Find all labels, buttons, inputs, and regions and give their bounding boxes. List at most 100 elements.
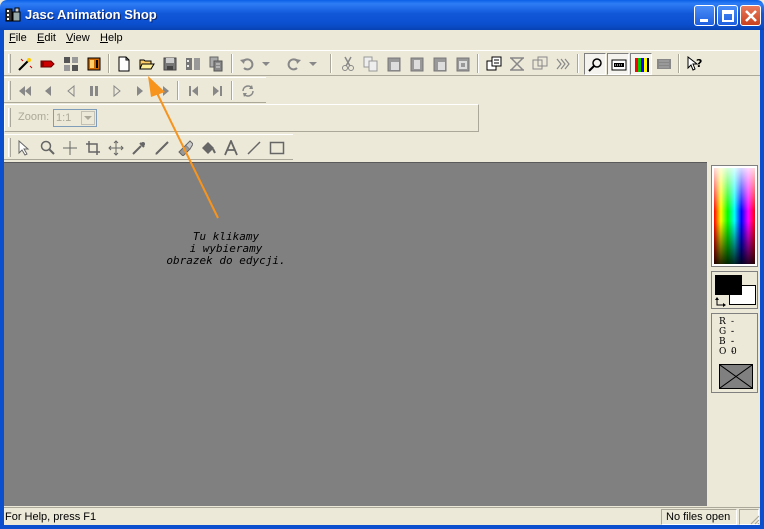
banner-wizard-button[interactable] — [37, 53, 59, 75]
close-icon — [745, 10, 757, 22]
minimize-button[interactable] — [694, 5, 715, 26]
app-icon[interactable] — [5, 7, 21, 23]
readout-b: B -- — [719, 337, 734, 357]
copy-button[interactable] — [360, 53, 382, 75]
image-effects-button[interactable] — [60, 53, 82, 75]
loop-button[interactable] — [237, 80, 259, 102]
toolbar-separator — [231, 54, 233, 73]
next-keyframe-button[interactable] — [206, 80, 228, 102]
view-frames-button[interactable] — [607, 53, 629, 75]
first-frame-icon — [19, 86, 31, 96]
zoom-view-icon — [588, 58, 602, 72]
paste-before-icon — [410, 57, 424, 72]
zoom-select[interactable]: 1:1 — [53, 109, 97, 127]
zoom-value: 1:1 — [56, 112, 72, 124]
color-readout: R -- G -- B -- O0 — [711, 313, 758, 393]
menu-edit[interactable]: Edit — [37, 32, 56, 44]
transitions-button[interactable] — [506, 53, 528, 75]
brush-tool-button[interactable] — [151, 137, 173, 159]
open-button[interactable] — [136, 53, 158, 75]
fill-tool-button[interactable] — [197, 137, 219, 159]
toolbar-grip[interactable] — [8, 81, 11, 100]
view-onion-icon — [657, 59, 671, 69]
view-animation-button[interactable] — [630, 53, 652, 75]
step-back-icon — [67, 84, 75, 98]
arrow-tool-button[interactable] — [13, 137, 35, 159]
menu-edit-label: dit — [44, 32, 56, 44]
paste-after-button[interactable] — [429, 53, 451, 75]
step-forward-button[interactable] — [106, 80, 128, 102]
move-tool-icon — [108, 140, 124, 156]
paste-before-button[interactable] — [406, 53, 428, 75]
toolbar-grip[interactable] — [8, 54, 11, 73]
line-tool-button[interactable] — [243, 137, 265, 159]
paste-into-button[interactable] — [452, 53, 474, 75]
menu-view[interactable]: View — [66, 32, 90, 44]
brush-tool-icon — [155, 141, 169, 155]
color-spectrum[interactable] — [714, 168, 755, 264]
toolbar-grip[interactable] — [8, 108, 11, 127]
title-bar[interactable]: Jasc Animation Shop — [0, 0, 764, 30]
undo-button[interactable] — [236, 53, 258, 75]
resize-grip-icon[interactable] — [748, 513, 760, 525]
toolbar-separator — [177, 81, 179, 100]
annotation-line: obrazek do edycji. — [166, 254, 286, 267]
crosshair-tool-icon — [63, 141, 77, 155]
swap-colors-icon[interactable] — [715, 297, 727, 307]
video-button[interactable] — [83, 53, 105, 75]
eraser-tool-button[interactable] — [174, 137, 196, 159]
step-back-button[interactable] — [60, 80, 82, 102]
toolbar-separator — [231, 81, 233, 100]
crop-tool-button[interactable] — [82, 137, 104, 159]
menu-bar: File Edit View Help — [4, 30, 760, 48]
rectangle-tool-button[interactable] — [266, 137, 288, 159]
zoom-tool-button[interactable] — [36, 137, 58, 159]
properties-icon — [486, 56, 502, 71]
animation-wizard-button[interactable] — [14, 53, 36, 75]
menu-file[interactable]: File — [9, 32, 27, 44]
play-icon — [137, 86, 143, 96]
properties-button[interactable] — [483, 53, 505, 75]
next-frame-button[interactable] — [152, 80, 174, 102]
redo-button[interactable] — [283, 53, 305, 75]
optimize-button[interactable] — [205, 53, 227, 75]
next-frame-icon — [157, 86, 169, 96]
save-as-button[interactable] — [182, 53, 204, 75]
color-palette[interactable] — [711, 165, 758, 267]
first-frame-button[interactable] — [14, 80, 36, 102]
move-tool-button[interactable] — [105, 137, 127, 159]
effects-button[interactable] — [529, 53, 551, 75]
pause-button[interactable] — [83, 80, 105, 102]
prev-frame-button[interactable] — [37, 80, 59, 102]
close-button[interactable] — [740, 5, 761, 26]
arrow-tool-icon — [18, 140, 30, 156]
foreground-color-swatch[interactable] — [715, 275, 742, 295]
menu-view-label: iew — [73, 32, 90, 44]
toolbar-grip[interactable] — [8, 138, 11, 157]
save-icon — [163, 57, 177, 71]
help-button[interactable]: ? — [684, 53, 706, 75]
dropper-tool-button[interactable] — [128, 137, 150, 159]
cut-button[interactable] — [337, 53, 359, 75]
undo-dropdown[interactable] — [258, 53, 274, 75]
save-button[interactable] — [159, 53, 181, 75]
paste-new-button[interactable] — [383, 53, 405, 75]
view-onion-button[interactable] — [653, 53, 675, 75]
menu-file-label: ile — [15, 32, 27, 44]
zoom-view-button[interactable] — [584, 53, 606, 75]
text-effects-button[interactable] — [552, 53, 574, 75]
menu-help[interactable]: Help — [100, 32, 123, 44]
play-button[interactable] — [129, 80, 151, 102]
workspace[interactable]: Tu klikamy i wybieramy obrazek do edycji… — [4, 162, 707, 506]
banner-wizard-icon — [40, 60, 55, 68]
zoom-dropdown-button[interactable] — [81, 111, 95, 125]
new-button[interactable] — [113, 53, 135, 75]
maximize-button[interactable] — [717, 5, 738, 26]
prev-keyframe-button[interactable] — [183, 80, 205, 102]
redo-dropdown[interactable] — [305, 53, 321, 75]
no-color-icon — [719, 364, 753, 389]
readout-r: R -- — [719, 317, 734, 337]
zoom-tool-icon — [40, 140, 55, 155]
text-tool-button[interactable] — [220, 137, 242, 159]
crosshair-tool-button[interactable] — [59, 137, 81, 159]
